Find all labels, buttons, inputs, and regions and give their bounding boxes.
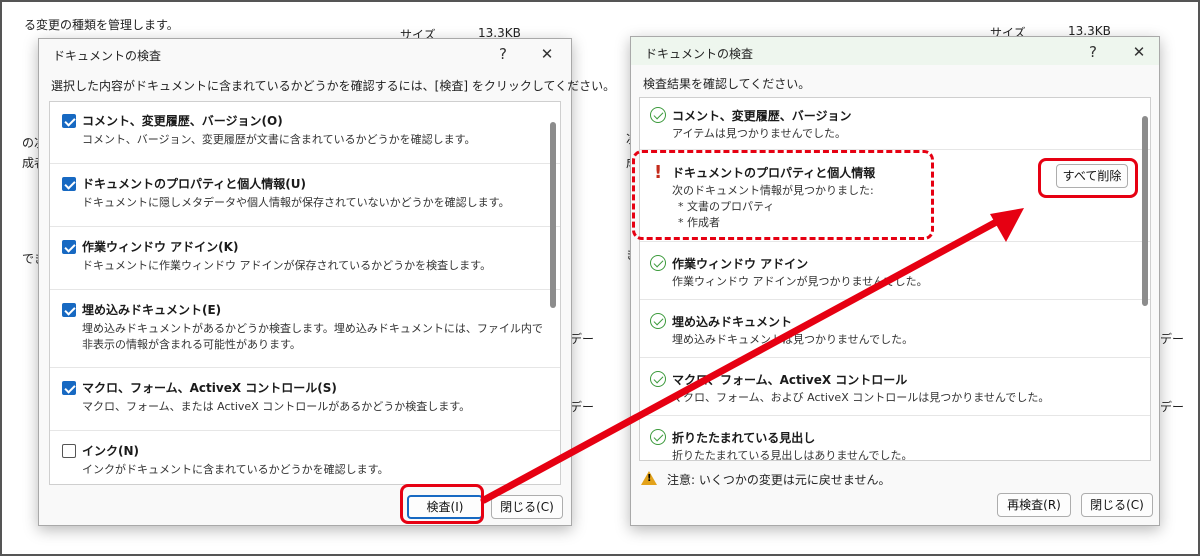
checkbox-embedded-docs[interactable] xyxy=(62,303,76,317)
option-label: インク(N) xyxy=(82,444,140,458)
check-circle-icon xyxy=(650,429,666,445)
warning-icon xyxy=(641,471,657,485)
checkbox-ink[interactable] xyxy=(62,444,76,458)
option-item: インク(N) インクがドキュメントに含まれているかどうかを確認します。 xyxy=(50,431,560,484)
close-button[interactable]: 閉じる(C) xyxy=(491,495,563,519)
bg-text-top: る変更の種類を管理します。 xyxy=(24,18,179,32)
result-item: コメント、変更履歴、バージョン アイテムは見つかりませんでした。 xyxy=(640,98,1150,150)
warning-text: 注意: いくつかの変更は元に戻せません。 xyxy=(667,473,891,487)
help-icon[interactable]: ? xyxy=(1081,41,1105,63)
option-desc: ドキュメントに隠しメタデータや個人情報が保存されていないかどうかを確認します。 xyxy=(82,196,510,209)
option-item: コメント、変更履歴、バージョン(O) コメント、バージョン、変更履歴が文書に含ま… xyxy=(50,102,560,164)
bg-frag: デー xyxy=(570,400,595,414)
close-icon[interactable]: ✕ xyxy=(1127,41,1151,63)
help-icon[interactable]: ? xyxy=(491,43,515,65)
option-desc: 埋め込みドキュメントがあるかどうか検査します。埋め込みドキュメントには、ファイル… xyxy=(82,322,543,351)
option-desc: マクロ、フォーム、または ActiveX コントロールがあるかどうか検査します。 xyxy=(82,400,471,413)
dialog-title: ドキュメントの検査 xyxy=(645,47,754,61)
check-circle-icon xyxy=(650,107,666,123)
checkbox-macros[interactable] xyxy=(62,381,76,395)
option-desc: コメント、バージョン、変更履歴が文書に含まれているかどうかを確認します。 xyxy=(82,133,476,146)
option-item: 埋め込みドキュメント(E) 埋め込みドキュメントがあるかどうか検査します。埋め込… xyxy=(50,290,560,368)
result-item: マクロ、フォーム、ActiveX コントロール マクロ、フォーム、および Act… xyxy=(640,358,1150,416)
dialog-title: ドキュメントの検査 xyxy=(53,49,162,63)
result-item: 埋め込みドキュメント 埋め込みドキュメントは見つかりませんでした。 xyxy=(640,300,1150,358)
scrollbar-thumb[interactable] xyxy=(1142,116,1148,306)
result-label: 埋め込みドキュメント xyxy=(672,315,793,329)
result-desc: 埋め込みドキュメントは見つかりませんでした。 xyxy=(672,333,914,346)
option-label: マクロ、フォーム、ActiveX コントロール(S) xyxy=(82,381,337,395)
checkbox-properties[interactable] xyxy=(62,177,76,191)
bg-frag: デー xyxy=(1160,400,1185,414)
result-desc: アイテムは見つかりませんでした。 xyxy=(672,127,847,140)
result-item: 折りたたまれている見出し 折りたたまれている見出しはありませんでした。 xyxy=(640,416,1150,461)
highlight-remove-all-button xyxy=(1038,158,1138,198)
check-circle-icon xyxy=(650,255,666,271)
checkbox-taskpane-addins[interactable] xyxy=(62,240,76,254)
inspect-results-dialog: ドキュメントの検査 ? ✕ 検査結果を確認してください。 コメント、変更履歴、バ… xyxy=(630,36,1160,526)
bg-frag: デー xyxy=(1160,332,1185,346)
option-item: 作業ウィンドウ アドイン(K) ドキュメントに作業ウィンドウ アドインが保存され… xyxy=(50,227,560,290)
result-item: 作業ウィンドウ アドイン 作業ウィンドウ アドインが見つかりませんでした。 xyxy=(640,242,1150,300)
dialog-instruction: 選択した内容がドキュメントに含まれているかどうかを確認するには、[検査] をクリ… xyxy=(51,79,616,93)
dialog-instruction: 検査結果を確認してください。 xyxy=(643,77,811,91)
option-desc: ドキュメントに作業ウィンドウ アドインが保存されているかどうかを検査します。 xyxy=(82,259,492,272)
highlight-found-properties xyxy=(632,150,934,240)
option-desc: インクがドキュメントに含まれているかどうかを確認します。 xyxy=(82,463,389,476)
option-label: コメント、変更履歴、バージョン(O) xyxy=(82,114,283,128)
result-desc: 作業ウィンドウ アドインが見つかりませんでした。 xyxy=(672,275,928,288)
option-item: マクロ、フォーム、ActiveX コントロール(S) マクロ、フォーム、または … xyxy=(50,368,560,431)
result-label: マクロ、フォーム、ActiveX コントロール xyxy=(672,373,908,387)
option-label: 埋め込みドキュメント(E) xyxy=(82,303,222,317)
option-item: ドキュメントのプロパティと個人情報(U) ドキュメントに隠しメタデータや個人情報… xyxy=(50,164,560,227)
reinspect-button[interactable]: 再検査(R) xyxy=(997,493,1071,517)
check-circle-icon xyxy=(650,371,666,387)
checkbox-comments[interactable] xyxy=(62,114,76,128)
check-circle-icon xyxy=(650,313,666,329)
highlight-inspect-button xyxy=(400,484,484,524)
option-label: 作業ウィンドウ アドイン(K) xyxy=(82,240,239,254)
close-icon[interactable]: ✕ xyxy=(535,43,559,65)
option-label: ドキュメントのプロパティと個人情報(U) xyxy=(82,177,306,191)
inspect-options-list: コメント、変更履歴、バージョン(O) コメント、バージョン、変更履歴が文書に含ま… xyxy=(49,101,561,485)
result-label: コメント、変更履歴、バージョン xyxy=(672,109,852,123)
scrollbar-thumb[interactable] xyxy=(550,122,556,308)
close-button[interactable]: 閉じる(C) xyxy=(1081,493,1153,517)
result-desc: 折りたたまれている見出しはありませんでした。 xyxy=(672,449,913,461)
result-label: 作業ウィンドウ アドイン xyxy=(672,257,809,271)
result-label: 折りたたまれている見出し xyxy=(672,431,816,445)
bg-frag: デー xyxy=(570,332,595,346)
result-desc: マクロ、フォーム、および ActiveX コントロールは見つかりませんでした。 xyxy=(672,391,1050,404)
inspect-dialog-left: ドキュメントの検査 ? ✕ 選択した内容がドキュメントに含まれているかどうかを確… xyxy=(38,38,615,526)
